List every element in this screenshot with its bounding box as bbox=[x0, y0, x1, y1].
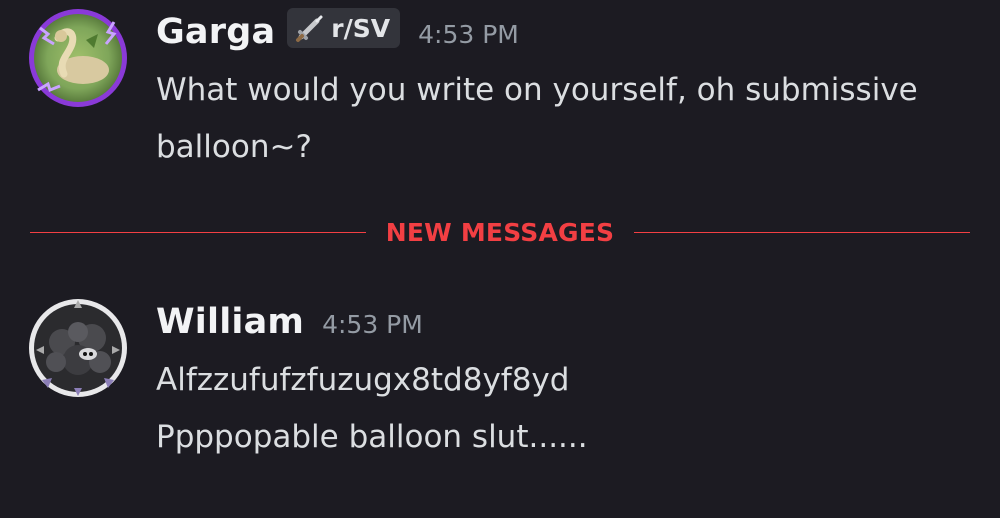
server-tag-label: r/SV bbox=[331, 13, 391, 43]
username[interactable]: Garga bbox=[156, 12, 275, 52]
new-messages-divider: NEW MESSAGES bbox=[30, 212, 971, 252]
avatar-image bbox=[29, 9, 127, 107]
message-line: What would you write on yourself, oh sub… bbox=[156, 72, 918, 108]
message-header: Garga r/SV 4:53 PM bbox=[156, 8, 519, 52]
avatar-william[interactable] bbox=[28, 298, 128, 398]
chat-view: Garga r/SV 4:53 PM What would you write … bbox=[0, 0, 1000, 518]
server-tag[interactable]: r/SV bbox=[287, 8, 401, 48]
timestamp[interactable]: 4:53 PM bbox=[322, 310, 423, 339]
new-messages-label: NEW MESSAGES bbox=[385, 217, 615, 247]
message-content: What would you write on yourself, oh sub… bbox=[156, 62, 960, 176]
message-header: William 4:53 PM bbox=[156, 302, 423, 342]
avatar-garga[interactable] bbox=[28, 8, 128, 108]
message-line: Ppppopable balloon slut...... bbox=[156, 419, 588, 455]
message-line: balloon~? bbox=[156, 129, 312, 165]
message-line: Alfzzufufzfuzugx8td8yf8yd bbox=[156, 362, 570, 398]
username[interactable]: William bbox=[156, 302, 304, 342]
timestamp[interactable]: 4:53 PM bbox=[418, 20, 519, 49]
sword-icon bbox=[296, 15, 323, 42]
divider-line-right bbox=[634, 231, 971, 233]
avatar-image bbox=[29, 299, 127, 397]
message-content: Alfzzufufzfuzugx8td8yf8yd Ppppopable bal… bbox=[156, 352, 960, 466]
divider-line-left bbox=[30, 231, 366, 233]
